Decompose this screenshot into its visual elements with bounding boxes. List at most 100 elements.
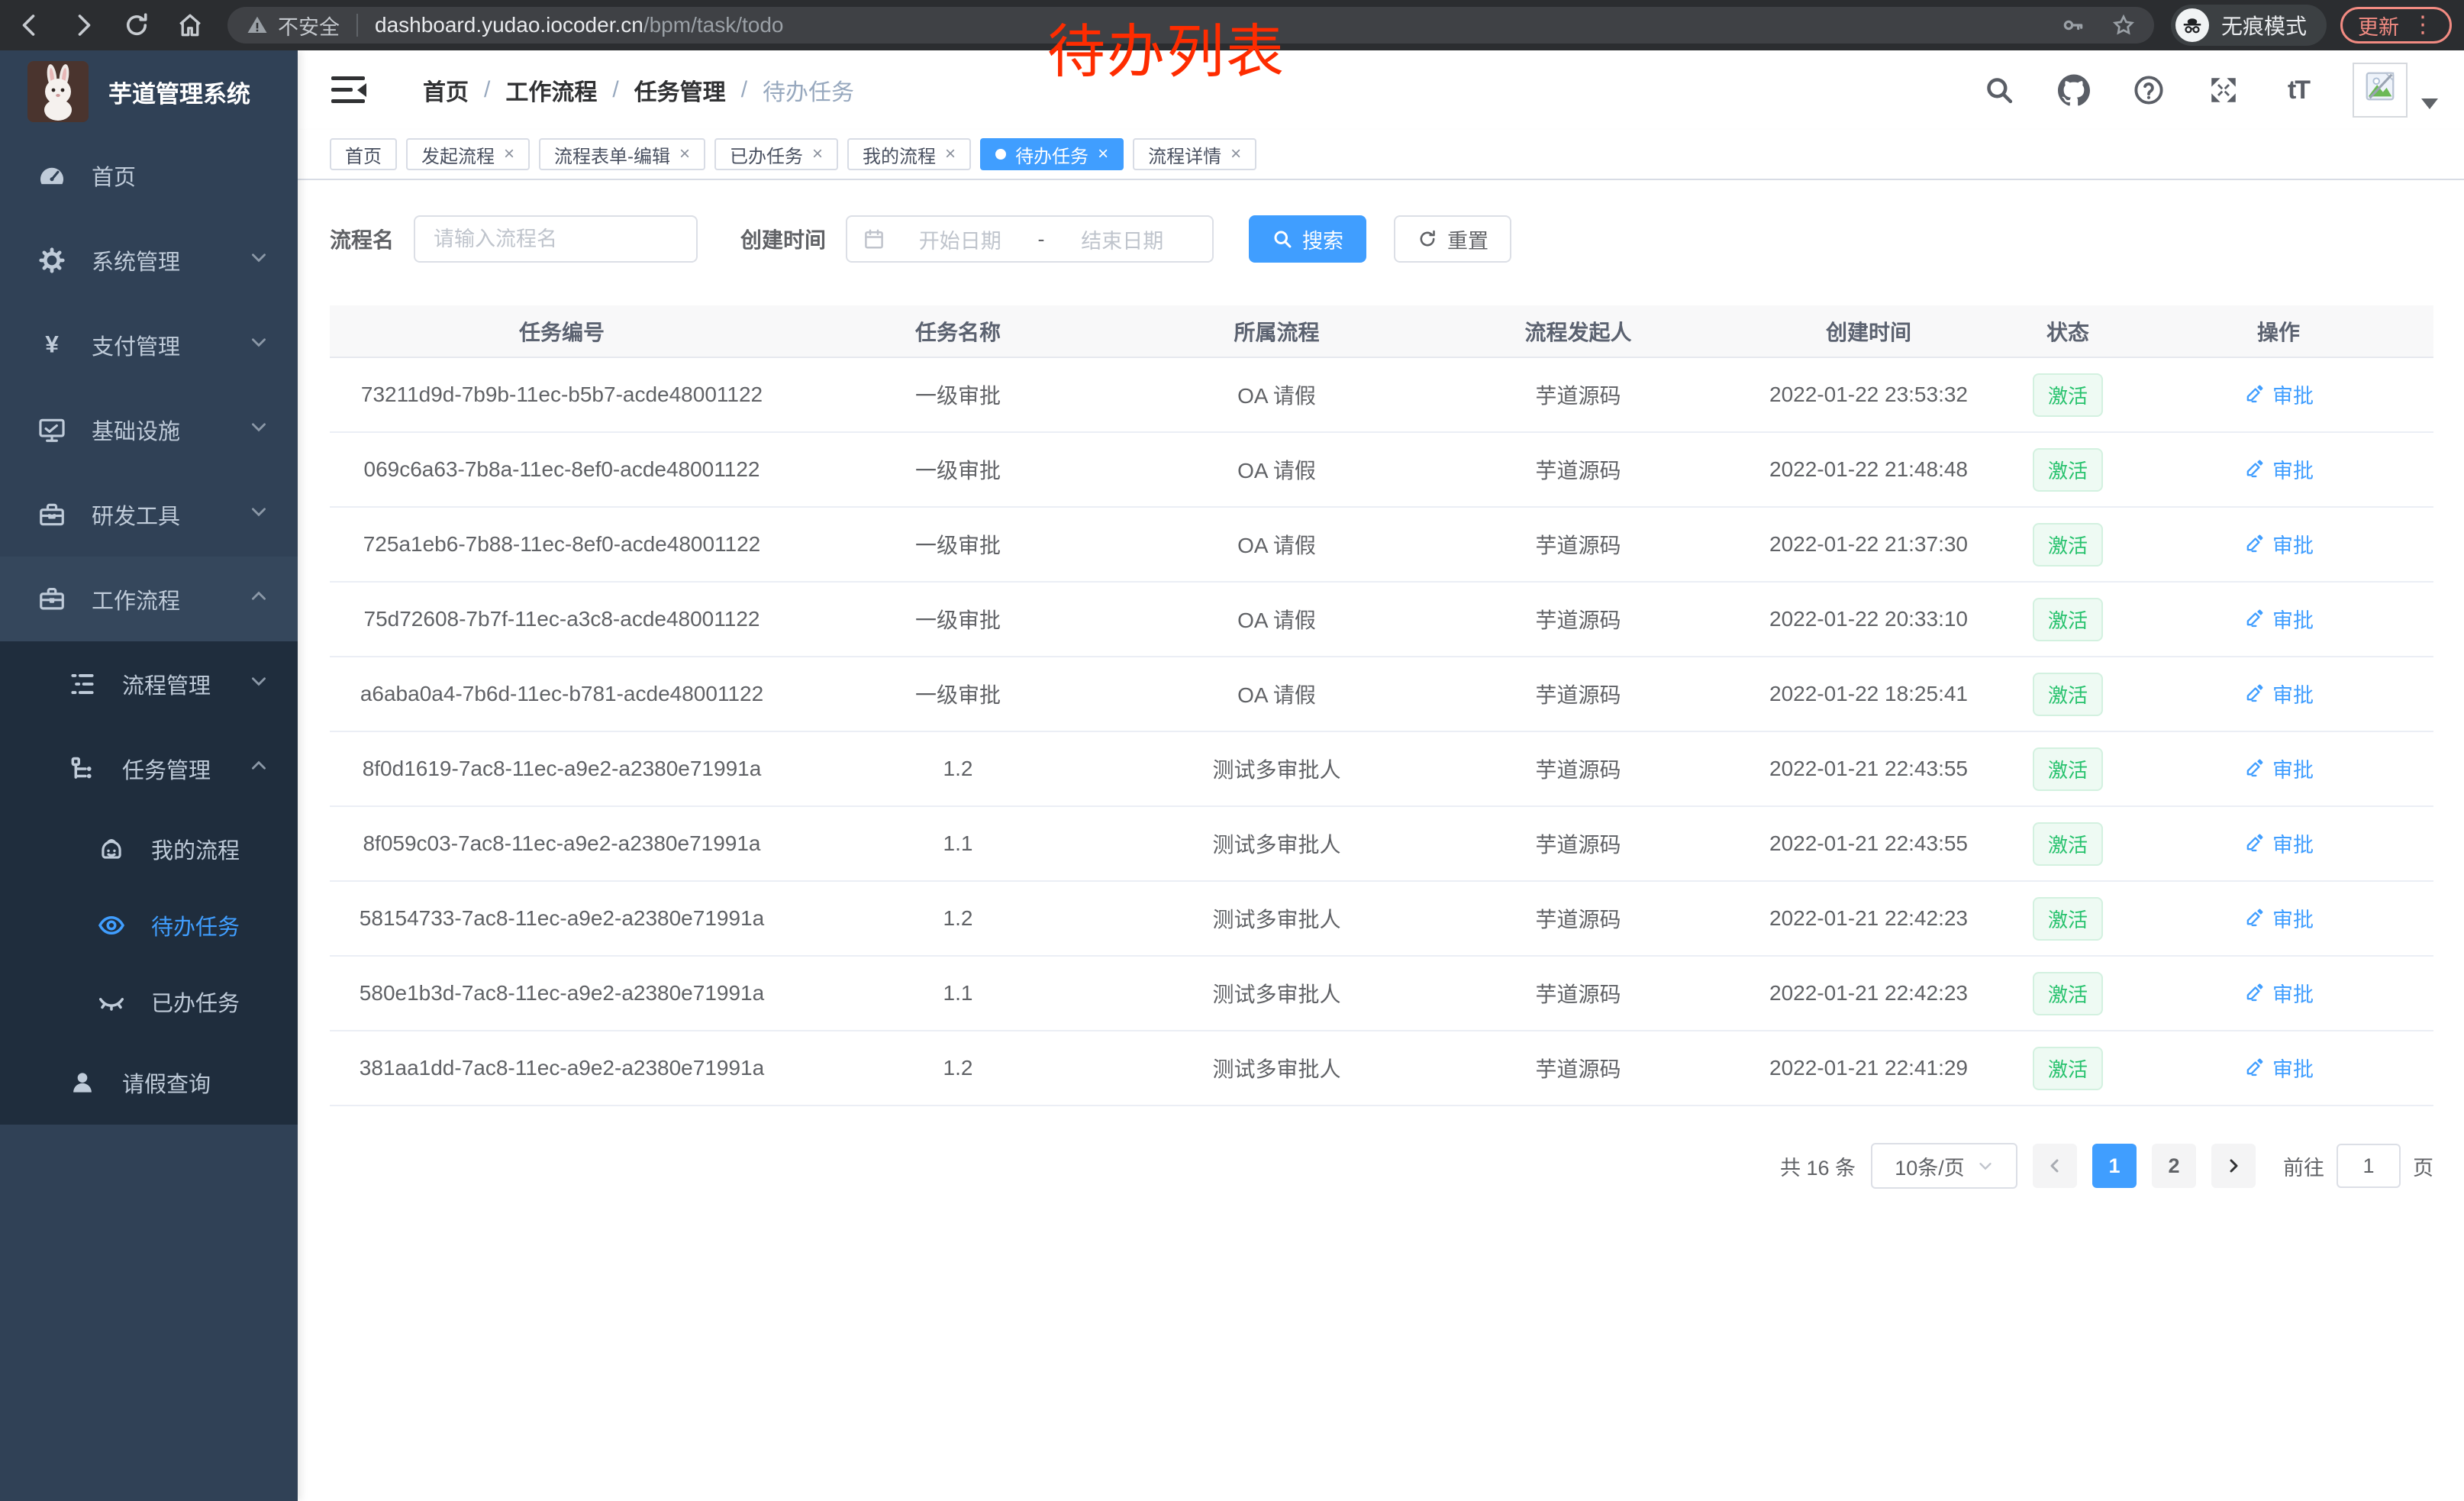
search-button[interactable]: 搜索 (1249, 215, 1366, 263)
sidebar-item-leave-query[interactable]: 请假查询 (0, 1040, 298, 1125)
sidebar-item-label: 请假查询 (122, 1067, 211, 1099)
status-badge: 激活 (2033, 523, 2103, 567)
status-badge: 激活 (2033, 897, 2103, 941)
cell-task-id: 73211d9d-7b9b-11ec-b5b7-acde48001122 (330, 357, 794, 432)
cell-task-name: 一级审批 (794, 582, 1122, 657)
page-button-1[interactable]: 1 (2092, 1144, 2137, 1188)
status-badge: 激活 (2033, 822, 2103, 866)
close-icon[interactable]: × (812, 145, 823, 163)
close-icon[interactable]: × (504, 145, 514, 163)
approve-link[interactable]: 审批 (2243, 379, 2314, 409)
avatar[interactable] (2353, 63, 2408, 118)
tab-label: 待办任务 (1015, 141, 1088, 168)
tab-process-form-edit[interactable]: 流程表单-编辑× (539, 138, 705, 170)
reload-icon[interactable] (119, 8, 154, 43)
breadcrumb-workflow[interactable]: 工作流程 (505, 73, 597, 107)
cell-process: OA 请假 (1122, 432, 1431, 507)
status-badge: 激活 (2033, 1047, 2103, 1090)
approve-link[interactable]: 审批 (2243, 978, 2314, 1008)
key-icon[interactable] (2061, 13, 2085, 37)
tree-icon (66, 754, 99, 783)
page-size-select[interactable]: 10条/页 (1871, 1143, 2017, 1189)
approve-link[interactable]: 审批 (2243, 1053, 2314, 1083)
approve-link[interactable]: 审批 (2243, 454, 2314, 484)
prev-page-button[interactable] (2033, 1144, 2077, 1188)
approve-link[interactable]: 审批 (2243, 679, 2314, 709)
active-dot (995, 149, 1006, 160)
pagination: 共 16 条 10条/页 1 2 前往 页 (330, 1143, 2433, 1189)
cell-task-id: 580e1b3d-7ac8-11ec-a9e2-a2380e71991a (330, 956, 794, 1031)
approve-link[interactable]: 审批 (2243, 903, 2314, 933)
cell-initiator: 芋道源码 (1431, 432, 1725, 507)
forward-icon[interactable] (66, 8, 101, 43)
approve-link[interactable]: 审批 (2243, 828, 2314, 858)
sidebar-item-my-process[interactable]: 我的流程 (0, 811, 298, 887)
tab-home[interactable]: 首页 (330, 138, 397, 170)
cell-process: 测试多审批人 (1122, 956, 1431, 1031)
cell-task-name: 1.1 (794, 956, 1122, 1031)
sidebar-item-system[interactable]: 系统管理 (0, 218, 298, 302)
breadcrumb-task-management[interactable]: 任务管理 (634, 73, 726, 107)
goto-page-input[interactable] (2337, 1144, 2401, 1188)
approve-link[interactable]: 审批 (2243, 754, 2314, 783)
back-icon[interactable] (12, 8, 47, 43)
start-date-placeholder[interactable]: 开始日期 (885, 224, 1035, 254)
more-vertical-icon[interactable]: ⋮ (2411, 14, 2434, 37)
col-task-name: 任务名称 (794, 305, 1122, 357)
tab-process-detail[interactable]: 流程详情× (1133, 138, 1256, 170)
reset-button-label: 重置 (1447, 224, 1488, 254)
sidebar-item-done-tasks[interactable]: 已办任务 (0, 964, 298, 1040)
cell-process: 测试多审批人 (1122, 881, 1431, 956)
update-label[interactable]: 更新 (2358, 11, 2399, 40)
page-button-2[interactable]: 2 (2152, 1144, 2196, 1188)
address-bar[interactable]: 不安全 dashboard.yudao.iocoder.cn/bpm/task/… (227, 7, 2154, 44)
url-host[interactable]: dashboard.yudao.iocoder.cn (375, 13, 643, 37)
font-size-icon[interactable]: tT (2281, 73, 2316, 108)
sidebar-item-infrastructure[interactable]: 基础设施 (0, 387, 298, 472)
chevron-down-icon[interactable] (2421, 98, 2438, 109)
sidebar-item-home[interactable]: 首页 (0, 133, 298, 218)
close-icon[interactable]: × (679, 145, 690, 163)
tab-todo-tasks[interactable]: 待办任务 × (980, 138, 1124, 170)
github-icon[interactable] (2056, 73, 2091, 108)
tab-done-tasks[interactable]: 已办任务× (714, 138, 838, 170)
sidebar-item-task-management[interactable]: 任务管理 (0, 726, 298, 811)
eye-closed-icon (95, 987, 128, 1016)
chevron-down-icon (249, 417, 269, 443)
sidebar-item-payment[interactable]: ¥ 支付管理 (0, 302, 298, 387)
approve-link-label: 审批 (2272, 604, 2314, 634)
app-logo-row[interactable]: 芋道管理系统 (0, 50, 298, 133)
close-icon[interactable]: × (945, 145, 956, 163)
tab-my-process[interactable]: 我的流程× (847, 138, 971, 170)
search-icon[interactable] (1982, 73, 2017, 108)
approve-link[interactable]: 审批 (2243, 604, 2314, 634)
cell-initiator: 芋道源码 (1431, 357, 1725, 432)
fullscreen-icon[interactable] (2206, 73, 2241, 108)
sidebar-item-process-management[interactable]: 流程管理 (0, 641, 298, 726)
reset-button[interactable]: 重置 (1394, 215, 1511, 263)
tab-start-process[interactable]: 发起流程× (406, 138, 530, 170)
process-name-input[interactable] (414, 215, 698, 263)
close-icon[interactable]: × (1230, 145, 1241, 163)
url-path[interactable]: /bpm/task/todo (643, 13, 784, 37)
cell-task-name: 一级审批 (794, 432, 1122, 507)
sidebar-item-workflow[interactable]: 工作流程 (0, 557, 298, 641)
close-icon[interactable]: × (1098, 145, 1108, 163)
next-page-button[interactable] (2211, 1144, 2256, 1188)
home-icon[interactable] (173, 8, 208, 43)
collapse-sidebar-icon[interactable] (331, 75, 366, 105)
breadcrumb-home[interactable]: 首页 (423, 73, 469, 107)
sidebar-item-dev-tools[interactable]: 研发工具 (0, 472, 298, 557)
sidebar-item-todo-tasks[interactable]: 待办任务 (0, 887, 298, 964)
app-logo-avatar (27, 61, 89, 122)
date-range-picker[interactable]: 开始日期 - 结束日期 (846, 215, 1214, 263)
approve-link[interactable]: 审批 (2243, 529, 2314, 559)
cell-created-at: 2022-01-22 23:53:32 (1725, 357, 2012, 432)
help-icon[interactable] (2131, 73, 2166, 108)
star-icon[interactable] (2111, 13, 2136, 37)
security-label[interactable]: 不安全 (278, 11, 340, 40)
update-button[interactable]: 更新 ⋮ (2340, 7, 2452, 44)
approve-link-label: 审批 (2272, 679, 2314, 709)
end-date-placeholder[interactable]: 结束日期 (1048, 224, 1198, 254)
col-actions: 操作 (2124, 305, 2433, 357)
